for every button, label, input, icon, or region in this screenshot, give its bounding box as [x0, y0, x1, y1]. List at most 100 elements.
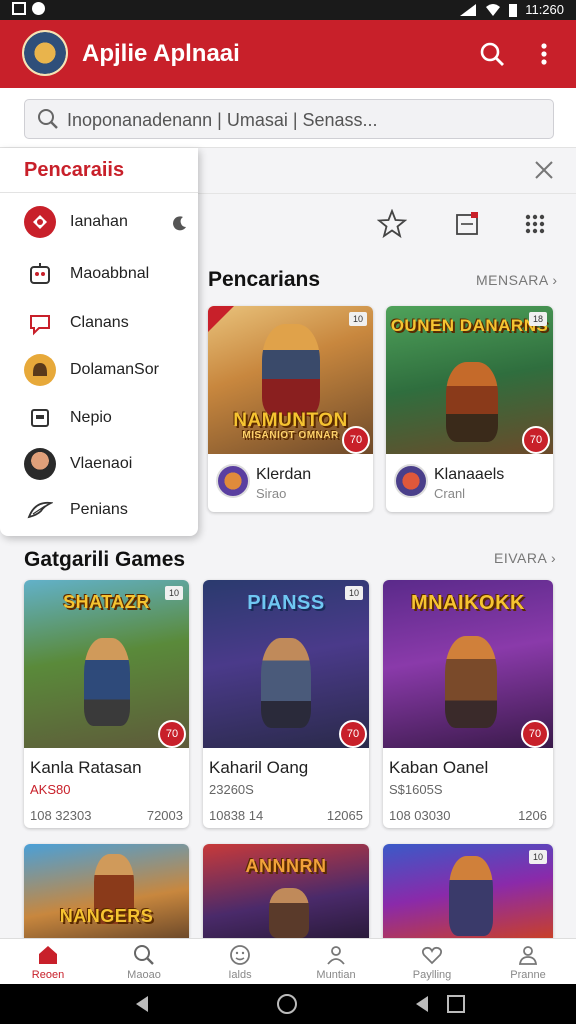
game-title: Kaharil Oang — [209, 758, 309, 777]
search-bar: Inoponanadenann | Umasai | Senass... — [0, 88, 576, 148]
hero-figure — [449, 856, 493, 936]
dropdown-item-label: Nepio — [70, 409, 112, 426]
hero-figure — [84, 638, 130, 726]
dropdown-item[interactable]: Penians — [0, 488, 198, 532]
game-card[interactable]: ANNNRN — [203, 844, 369, 938]
more-options-button[interactable] — [522, 32, 566, 76]
chevron-right-icon: › — [552, 272, 558, 288]
nav-community[interactable]: Muntian — [288, 939, 384, 985]
grid-view-button[interactable] — [517, 206, 553, 242]
dropdown-item[interactable]: Ianahan — [0, 200, 198, 244]
score-badge: 70 — [339, 720, 367, 748]
back-icon[interactable] — [132, 994, 152, 1014]
nav-label: Reoen — [31, 969, 65, 981]
favorite-button[interactable] — [374, 206, 410, 242]
app-bar: Apjlie Aplnaai — [0, 20, 576, 88]
game-meta-left: 10838 14 — [209, 808, 264, 823]
moon-icon — [173, 216, 186, 231]
game-card[interactable]: MNAIKOKK 70 Kaban Oanel S$1605S 108 0303… — [383, 580, 553, 828]
dropdown-item-label: Penians — [70, 501, 128, 518]
wifi-icon — [486, 3, 501, 16]
game-art: 10 NAMUNTON MISANIOT OMNAR 70 — [208, 306, 373, 454]
more-vert-icon — [541, 43, 547, 65]
red-emblem-icon — [24, 206, 56, 238]
star-icon — [377, 209, 407, 239]
score-badge: 70 — [521, 720, 549, 748]
game-card[interactable]: PIANSS 10 70 Kaharil Oang 23260S 10838 1… — [203, 580, 369, 828]
search-icon — [134, 945, 154, 965]
nav-label: Ialds — [228, 969, 252, 981]
game-price: 23260S — [209, 782, 254, 797]
nav-favorites[interactable]: Paylling — [384, 939, 480, 985]
game-art-title: NANGERS — [59, 906, 154, 926]
dropdown-item-label: Maoabbnal — [70, 265, 150, 282]
game-art: 10 — [383, 844, 553, 938]
notification-icon — [12, 2, 26, 15]
nav-label: Muntian — [316, 969, 356, 981]
nav-feed[interactable]: Ialds — [192, 939, 288, 985]
game-card[interactable]: OUNEN DANARNS 18 70 Klanaaels Cranl — [386, 306, 553, 512]
game-art-title: ANNNRN — [245, 856, 327, 876]
game-price: AKS80 — [30, 782, 71, 797]
card-title: Klanaaels — [434, 466, 505, 483]
inbox-icon — [456, 212, 478, 235]
game-meta-left: 108 03030 — [389, 808, 451, 823]
close-icon[interactable] — [530, 156, 558, 184]
dropdown-item[interactable]: Nepio — [0, 396, 198, 440]
game-card[interactable]: 10 — [383, 844, 553, 938]
dropdown-item[interactable]: DolamanSor — [0, 348, 198, 392]
search-input[interactable]: Inoponanadenann | Umasai | Senass... — [24, 99, 554, 139]
status-bar: 11:260 — [0, 0, 576, 20]
dropdown-item[interactable]: Vlaenaoi — [0, 442, 198, 486]
game-meta-right: 72003 — [146, 808, 183, 823]
game-art-title: OUNEN DANARNS — [390, 316, 549, 335]
game-art: ANNNRN — [203, 844, 369, 938]
avatar — [394, 464, 428, 498]
game-card[interactable]: NANGERS — [24, 844, 189, 938]
see-all-label: MENSARA — [476, 272, 548, 288]
home-icon — [39, 946, 57, 964]
nav-search[interactable]: Maoao — [96, 939, 192, 985]
inbox-button[interactable] — [449, 206, 485, 242]
game-card[interactable]: SHATAZR 10 70 Kanla Ratasan AKS80 108 32… — [24, 580, 189, 828]
bottom-navigation: Reoen Maoao Ialds Muntian Paylling Prann… — [0, 938, 576, 984]
back-arrow-icon[interactable] — [412, 994, 432, 1014]
app-logo — [22, 30, 68, 76]
dropdown-item[interactable]: Maoabbnal — [0, 252, 198, 296]
game-card[interactable]: 10 NAMUNTON MISANIOT OMNAR 70 Klerdan Si… — [208, 306, 373, 512]
see-all-link[interactable]: EIVARA › — [494, 550, 556, 566]
card-subtitle: Cranl — [434, 486, 466, 501]
nav-label: Paylling — [412, 969, 452, 981]
chat-icon — [24, 307, 56, 339]
battery-icon — [509, 3, 518, 17]
nav-home[interactable]: Reoen — [0, 939, 96, 985]
home-circle-icon[interactable] — [276, 993, 298, 1015]
game-title: Kaban Oanel — [389, 758, 489, 777]
game-art: NANGERS — [24, 844, 189, 938]
hero-figure — [262, 324, 320, 416]
section-title-games: Gatgarili Games — [24, 548, 186, 571]
score-badge: 70 — [158, 720, 186, 748]
profile-icon — [518, 946, 538, 965]
recents-icon[interactable] — [446, 994, 466, 1014]
document-icon — [24, 402, 56, 434]
avatar — [216, 464, 250, 498]
wing-icon — [24, 494, 56, 526]
system-navigation-bar — [0, 984, 576, 1024]
dropdown-item[interactable]: Clanans — [0, 301, 198, 345]
clock: 11:260 — [525, 2, 564, 17]
search-icon — [38, 109, 58, 129]
see-all-link[interactable]: MENSARA › — [476, 272, 558, 288]
score-badge: 70 — [342, 426, 370, 454]
age-rating-badge: 10 — [528, 850, 547, 864]
search-button[interactable] — [470, 32, 514, 76]
age-rating-badge: 10 — [344, 586, 363, 600]
app-notification-icon — [32, 2, 45, 15]
hero-figure — [446, 362, 498, 442]
dropdown-item-label: Vlaenaoi — [70, 455, 133, 472]
nav-profile[interactable]: Pranne — [480, 939, 576, 985]
hero-figure — [269, 888, 309, 938]
hero-figure — [261, 638, 311, 728]
age-rating-badge: 10 — [348, 312, 367, 326]
person-icon — [327, 946, 345, 965]
